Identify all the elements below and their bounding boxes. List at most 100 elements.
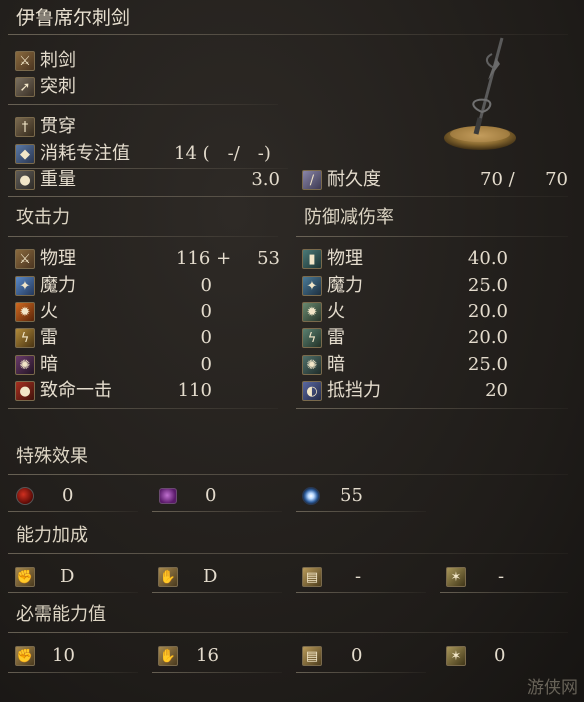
- attack-type-label: 突刺: [40, 76, 76, 97]
- faith-requirement: 0: [494, 645, 506, 666]
- fp-icon: ◆: [15, 144, 35, 164]
- intelligence-scaling: -: [355, 566, 362, 587]
- lightning-defense-icon: ϟ: [302, 328, 322, 348]
- weapon-type-label: 刺剑: [40, 50, 76, 71]
- defense-row-value: 20.0: [467, 327, 508, 348]
- special-divider-1: [8, 511, 138, 512]
- physical-defense-icon: ▮: [302, 249, 322, 269]
- skill-label: 贯穿: [40, 116, 76, 137]
- stats-divider: [8, 196, 568, 197]
- scaling-divider-2: [152, 592, 282, 593]
- defense-row-label: 暗: [327, 354, 345, 375]
- attack-row-value: 116 +: [176, 248, 232, 269]
- defense-row-label: 物理: [327, 248, 363, 269]
- dexterity-icon: ✋: [158, 646, 178, 666]
- defense-row-value: 25.0: [467, 275, 508, 296]
- physical-attack-icon: ⚔: [15, 249, 35, 269]
- fire-attack-icon: ✹: [15, 302, 35, 322]
- dexterity-icon: ✋: [158, 567, 178, 587]
- dark-attack-icon: ✺: [15, 355, 35, 375]
- attack-power-header: 攻击力: [16, 207, 70, 228]
- critical-icon: ●: [15, 381, 35, 401]
- strength-scaling: D: [60, 566, 75, 587]
- strength-requirement: 10: [52, 645, 75, 666]
- attribute-scaling-header: 能力加成: [16, 525, 88, 546]
- requirements-divider-3: [296, 672, 426, 673]
- defense-row-value: 20.0: [467, 301, 508, 322]
- attack-row-label: 雷: [40, 327, 58, 348]
- defense-header-divider: [296, 236, 568, 237]
- attribute-requirements-header: 必需能力值: [16, 604, 106, 625]
- attack-row-value: 0: [200, 354, 212, 375]
- defense-row-value: 20: [485, 380, 508, 401]
- defense-divider: [296, 408, 568, 409]
- intelligence-icon: ▤: [302, 646, 322, 666]
- attack-row-bonus: 53: [257, 248, 280, 269]
- lightning-attack-icon: ϟ: [15, 328, 35, 348]
- defense-row-label: 抵挡力: [327, 380, 381, 401]
- bleed-icon: [16, 487, 34, 505]
- guard-boost-icon: ◐: [302, 381, 322, 401]
- attack-divider: [8, 408, 278, 409]
- requirements-divider-2: [152, 672, 282, 673]
- scaling-divider-4: [440, 592, 568, 593]
- weight-value: 3.0: [251, 169, 280, 190]
- dark-defense-icon: ✺: [302, 355, 322, 375]
- strength-icon: ✊: [15, 646, 35, 666]
- durability-label: 耐久度: [327, 169, 381, 190]
- requirements-header-divider: [8, 632, 568, 633]
- defense-row-value: 40.0: [467, 248, 508, 269]
- durability-icon: ∕: [302, 170, 322, 190]
- skill-icon: †: [15, 117, 35, 137]
- item-title: 伊鲁席尔刺剑: [16, 7, 131, 29]
- fp-cost-label: 消耗专注值: [40, 143, 130, 164]
- attack-row-value: 0: [200, 301, 212, 322]
- fp-cost-value: 14 ( -/ -): [174, 143, 271, 164]
- requirements-divider-1: [8, 672, 138, 673]
- intelligence-icon: ▤: [302, 567, 322, 587]
- faith-icon: ✶: [446, 567, 466, 587]
- attack-header-divider: [8, 236, 278, 237]
- category-divider: [8, 104, 278, 105]
- defense-row-value: 25.0: [467, 354, 508, 375]
- site-watermark: 游侠网: [527, 678, 578, 698]
- weight-icon: ●: [15, 170, 35, 190]
- special-divider-2: [152, 511, 282, 512]
- bleed-value: 0: [62, 485, 74, 506]
- weight-label: 重量: [40, 169, 76, 190]
- strength-icon: ✊: [15, 567, 35, 587]
- poison-icon: [159, 488, 177, 504]
- scaling-divider-3: [296, 592, 426, 593]
- magic-attack-icon: ✦: [15, 276, 35, 296]
- attack-row-value: 0: [200, 327, 212, 348]
- special-divider-3: [296, 511, 426, 512]
- dexterity-requirement: 16: [196, 645, 219, 666]
- thrust-attack-icon: ➚: [15, 77, 35, 97]
- attack-row-value: 0: [200, 275, 212, 296]
- frost-value: 55: [340, 485, 363, 506]
- defense-row-label: 魔力: [327, 275, 363, 296]
- fire-defense-icon: ✹: [302, 302, 322, 322]
- defense-row-label: 火: [327, 301, 345, 322]
- damage-negation-header: 防御减伤率: [304, 207, 394, 228]
- dexterity-scaling: D: [203, 566, 218, 587]
- special-effects-header: 特殊效果: [16, 446, 88, 467]
- weapon-image: [444, 37, 516, 150]
- magic-defense-icon: ✦: [302, 276, 322, 296]
- durability-current: 70 /: [480, 169, 515, 190]
- intelligence-requirement: 0: [351, 645, 363, 666]
- attack-row-label: 暗: [40, 354, 58, 375]
- durability-max: 70: [545, 169, 568, 190]
- thrusting-sword-icon: ⚔: [15, 51, 35, 71]
- attack-row-value: 110: [177, 380, 212, 401]
- poison-value: 0: [205, 485, 217, 506]
- attack-row-label: 火: [40, 301, 58, 322]
- attack-row-label: 魔力: [40, 275, 76, 296]
- frost-icon: [302, 487, 320, 505]
- attack-row-label: 物理: [40, 248, 76, 269]
- defense-row-label: 雷: [327, 327, 345, 348]
- special-header-divider: [8, 474, 568, 475]
- scaling-header-divider: [8, 553, 568, 554]
- attack-row-label: 致命一击: [40, 380, 112, 401]
- faith-icon: ✶: [446, 646, 466, 666]
